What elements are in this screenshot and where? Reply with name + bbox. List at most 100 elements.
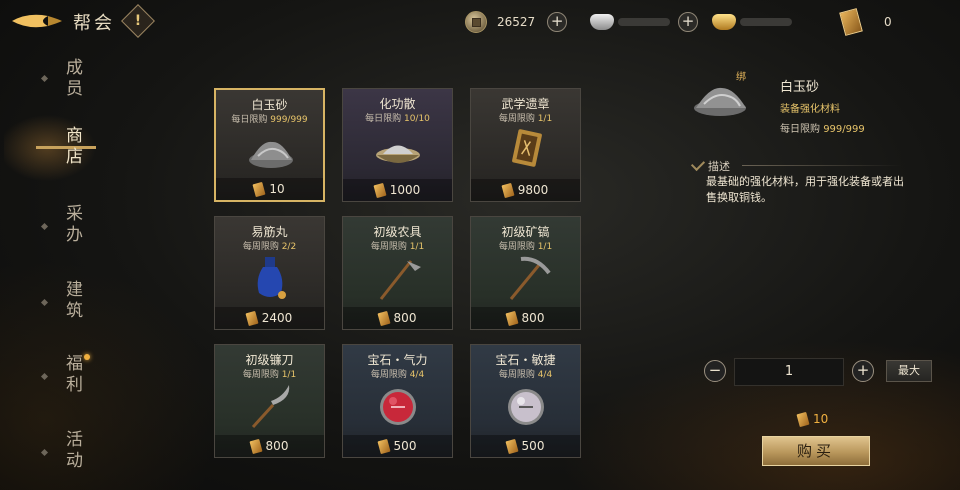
- item-name: 初级农具: [373, 225, 422, 239]
- shop-item-card[interactable]: 易筋丸 每周限购 2/2 2400: [214, 216, 325, 330]
- item-price-value: 9800: [517, 183, 549, 197]
- nav-label: 采办: [62, 204, 82, 246]
- description-title: 描述: [708, 160, 730, 173]
- side-nav: 成员 商店 采办 建筑 福利 活动: [0, 50, 110, 490]
- item-limit-label: 每周限购: [498, 370, 535, 380]
- copper-coin-icon: [465, 11, 487, 33]
- description-text: 最基础的强化材料，用于强化装备或者出售换取铜钱。: [706, 175, 904, 204]
- nav-dot-icon: [40, 372, 49, 381]
- item-limit: 每周限购 1/1: [471, 239, 580, 252]
- item-price: 9800: [471, 179, 580, 201]
- back-icon[interactable]: [8, 8, 64, 34]
- nav-label: 商店: [62, 126, 82, 168]
- item-limit-count: 1/1: [537, 242, 553, 252]
- white-jade-sand-icon: [249, 141, 293, 168]
- nav-item-members[interactable]: 成员: [36, 58, 106, 102]
- shop-item-card[interactable]: 化功散 每日限购 10/10 1000: [342, 88, 453, 202]
- token-icon: [249, 438, 263, 454]
- item-limit: 每周限购 1/1: [471, 111, 580, 124]
- quantity-stepper: − 1 + 最大: [704, 358, 934, 386]
- item-detail-panel: 绑 白玉砂 装备强化材料 每日限购 999/999 描述 最基础的强化材料，用于…: [682, 66, 952, 486]
- item-price-value: 500: [393, 439, 417, 453]
- gold-value-hidden: [740, 18, 792, 26]
- shop-item-card[interactable]: 白玉砂 每日限购 999/999 10: [214, 88, 325, 202]
- detail-item-name: 白玉砂: [780, 80, 820, 95]
- item-limit-label: 每周限购: [242, 242, 279, 252]
- item-limit-label: 每周限购: [242, 370, 279, 380]
- total-price-value: 10: [813, 412, 829, 426]
- shop-item-card[interactable]: 宝石・敏捷 每周限购 4/4 500: [470, 344, 581, 458]
- powder-bowl-icon: [376, 145, 420, 163]
- nav-item-buildings[interactable]: 建筑: [36, 278, 106, 328]
- item-price-value: 1000: [389, 183, 421, 197]
- silver-ingot-icon: [590, 14, 614, 30]
- nav-label: 建筑: [62, 280, 82, 322]
- silver-value-hidden: [618, 18, 670, 26]
- item-name: 易筋丸: [251, 225, 288, 239]
- token-icon: [377, 310, 391, 326]
- nav-item-procurement[interactable]: 采办: [36, 202, 106, 252]
- item-price: 800: [471, 307, 580, 329]
- blue-vase-icon: [257, 257, 286, 299]
- item-limit: 每周限购 4/4: [471, 367, 580, 380]
- item-limit: 每周限购 2/2: [215, 239, 324, 252]
- ornament-icon: [690, 156, 706, 172]
- item-limit-count: 1/1: [537, 114, 553, 124]
- shop-item-card[interactable]: 初级镰刀 每周限购 1/1 800: [214, 344, 325, 458]
- item-price: 800: [343, 307, 452, 329]
- quantity-input[interactable]: 1: [734, 358, 844, 386]
- buy-button[interactable]: 购买: [762, 436, 870, 466]
- bind-tag: 绑: [736, 72, 746, 83]
- item-limit: 每周限购 1/1: [343, 239, 452, 252]
- silver-gem-icon: [508, 389, 544, 425]
- token-icon: [245, 310, 259, 326]
- shop-item-card[interactable]: 初级农具 每周限购 1/1 800: [342, 216, 453, 330]
- martial-scroll-icon: [512, 129, 542, 167]
- decrease-button[interactable]: −: [704, 360, 726, 382]
- shop-item-card[interactable]: 武学遗章 每周限购 1/1 9800: [470, 88, 581, 202]
- detail-limit-count: 999/999: [823, 124, 865, 135]
- shop-item-card[interactable]: 初级矿镐 每周限购 1/1 800: [470, 216, 581, 330]
- item-limit-count: 1/1: [281, 370, 297, 380]
- increase-button[interactable]: +: [852, 360, 874, 382]
- silver-resource: +: [590, 11, 698, 33]
- item-limit-label: 每周限购: [370, 242, 407, 252]
- description-header: 描述: [690, 156, 910, 173]
- add-copper-button[interactable]: +: [547, 12, 568, 32]
- alert-symbol: !: [134, 13, 142, 29]
- nav-item-activities[interactable]: 活动: [36, 428, 106, 478]
- divider: [742, 165, 902, 166]
- detail-item-limit: 每日限购 999/999: [780, 120, 865, 135]
- nav-item-welfare[interactable]: 福利: [36, 352, 106, 402]
- item-name: 白玉砂: [251, 98, 288, 112]
- copper-value: 26527: [497, 15, 536, 29]
- item-price-value: 800: [393, 311, 417, 325]
- white-jade-sand-icon: [694, 87, 746, 116]
- item-limit: 每日限购 999/999: [216, 112, 323, 125]
- shop-item-card[interactable]: 宝石・气力 每周限购 4/4 500: [342, 344, 453, 458]
- item-limit-count: 999/999: [270, 115, 308, 125]
- nav-item-shop[interactable]: 商店: [36, 124, 106, 174]
- add-silver-button[interactable]: +: [678, 12, 698, 32]
- token-resource: 0: [839, 8, 892, 36]
- pickaxe-icon: [509, 256, 551, 300]
- guild-token-icon: [839, 8, 863, 36]
- item-name: 化功散: [379, 97, 416, 111]
- item-price-value: 500: [521, 439, 545, 453]
- nav-dot-icon: [40, 298, 49, 307]
- token-icon: [373, 182, 387, 198]
- hoe-icon: [379, 260, 421, 300]
- sickle-icon: [251, 385, 290, 429]
- item-limit-label: 每周限购: [498, 114, 535, 124]
- detail-item-type: 装备强化材料: [780, 104, 840, 115]
- alert-button[interactable]: !: [121, 4, 155, 38]
- item-name: 初级矿镐: [501, 225, 550, 239]
- item-price: 10: [216, 178, 323, 200]
- token-value: 0: [884, 15, 892, 29]
- nav-label: 福利: [62, 354, 82, 396]
- gold-resource: [712, 11, 792, 33]
- token-icon: [252, 181, 266, 197]
- token-icon: [501, 182, 515, 198]
- item-limit-count: 4/4: [409, 370, 425, 380]
- max-button[interactable]: 最大: [886, 360, 932, 382]
